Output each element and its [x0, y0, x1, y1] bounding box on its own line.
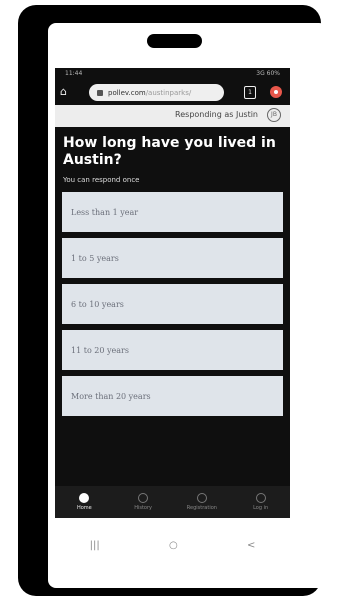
nav-label: Log in	[253, 505, 269, 511]
url-domain: pollev.com	[108, 88, 146, 97]
poll-option[interactable]: 1 to 5 years	[62, 238, 283, 278]
home-button[interactable]: ○	[169, 540, 178, 551]
registration-icon	[196, 493, 207, 503]
phone-screen: 11:44 3G 60% ⌂ pollev.com/austinparks/ 1…	[55, 68, 290, 518]
responding-bar: Responding as Justin JB	[55, 105, 290, 127]
status-bar: 11:44 3G 60%	[55, 68, 290, 80]
url-path: /austinparks/	[145, 88, 192, 97]
poll-option[interactable]: 11 to 20 years	[62, 330, 283, 370]
poll-subtitle: You can respond once	[63, 176, 140, 184]
nav-label: Registration	[186, 505, 217, 511]
home-icon[interactable]: ⌂	[60, 86, 72, 98]
poll-options: Less than 1 year 1 to 5 years 6 to 10 ye…	[62, 192, 283, 422]
option-label: 11 to 20 years	[71, 345, 129, 355]
login-icon	[255, 493, 266, 503]
option-label: 1 to 5 years	[71, 253, 119, 263]
poll-option[interactable]: 6 to 10 years	[62, 284, 283, 324]
poll-question: How long have you lived in Austin?	[63, 135, 276, 168]
avatar[interactable]: JB	[267, 108, 281, 122]
option-label: Less than 1 year	[71, 207, 139, 217]
option-label: More than 20 years	[71, 391, 151, 401]
nav-item-home[interactable]: Home	[59, 493, 109, 511]
status-indicators: 3G 60%	[256, 70, 280, 77]
url-field[interactable]: pollev.com/austinparks/	[89, 84, 224, 101]
recents-button[interactable]: |||	[90, 540, 100, 551]
poll-option[interactable]: More than 20 years	[62, 376, 283, 416]
phone-speaker	[147, 34, 202, 48]
system-nav-bar: ||| ○ <	[55, 530, 290, 560]
responding-label: Responding as Justin	[175, 110, 258, 119]
status-time: 11:44	[65, 70, 83, 77]
nav-item-history[interactable]: History	[118, 493, 168, 511]
browser-toolbar: ⌂ pollev.com/austinparks/ 1	[55, 82, 290, 104]
lock-icon	[97, 89, 103, 96]
bottom-nav: Home History Registration Log in	[55, 486, 290, 518]
poll-option[interactable]: Less than 1 year	[62, 192, 283, 232]
back-button[interactable]: <	[247, 540, 255, 551]
history-icon	[138, 493, 149, 503]
browser-menu-icon[interactable]	[270, 86, 282, 98]
home-icon	[79, 493, 90, 503]
nav-label: History	[134, 505, 153, 511]
option-label: 6 to 10 years	[71, 299, 124, 309]
nav-item-login[interactable]: Log in	[236, 493, 286, 511]
nav-item-registration[interactable]: Registration	[177, 493, 227, 511]
tabs-icon[interactable]: 1	[244, 86, 256, 99]
nav-label: Home	[76, 505, 92, 511]
